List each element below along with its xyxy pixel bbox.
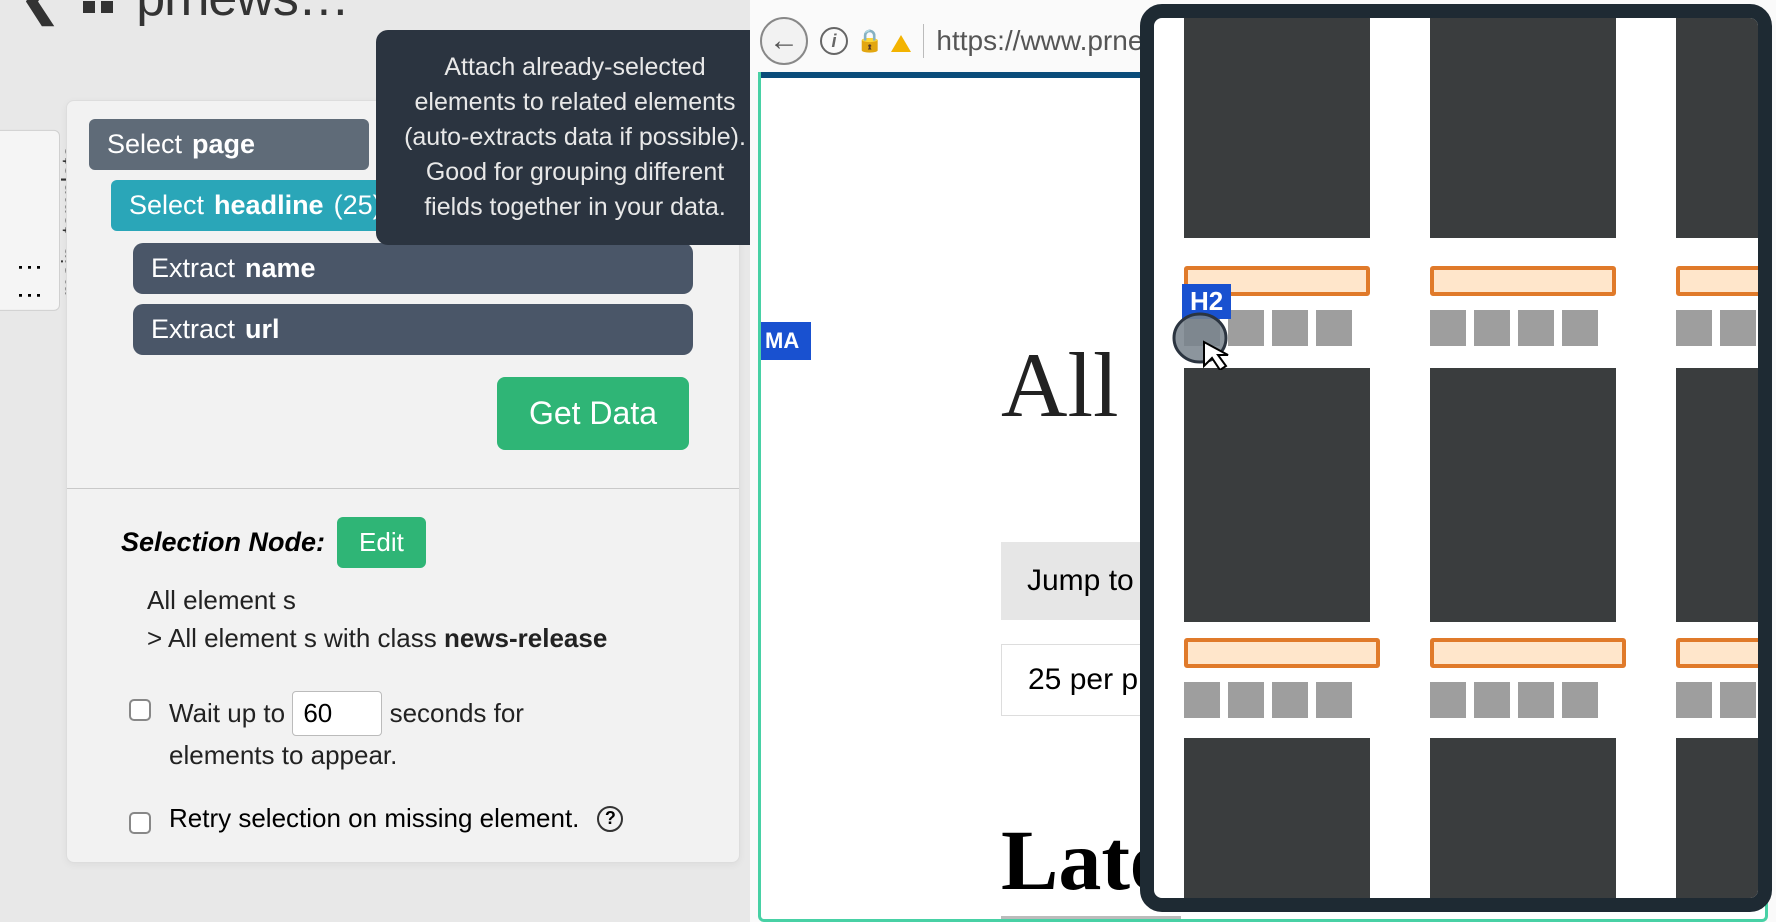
minimap-highlight-bar[interactable] <box>1676 638 1772 668</box>
selection-node-row: Selection Node: Edit <box>89 517 717 568</box>
wait-option-row: Wait up to seconds for elements to appea… <box>89 691 717 775</box>
minimap-block <box>1184 4 1370 238</box>
apps-grid-icon[interactable] <box>80 0 116 16</box>
node-keyword: Extract <box>151 314 235 345</box>
wait-pre: Wait up to <box>169 698 285 728</box>
warning-icon[interactable] <box>891 35 911 52</box>
node-keyword: Select <box>129 190 204 221</box>
minimap-column <box>1430 18 1626 898</box>
node-extract-url[interactable]: Extract url <box>133 304 693 355</box>
node-value: name <box>245 253 316 284</box>
node-children: Extract name Extract url <box>133 243 717 355</box>
retry-checkbox[interactable] <box>129 812 151 834</box>
node-extract-name[interactable]: Extract name <box>133 243 693 294</box>
minimap-column <box>1184 18 1380 898</box>
node-keyword: Select <box>107 129 182 160</box>
wait-seconds-input[interactable] <box>292 691 382 736</box>
minimap-highlight-bar[interactable] <box>1676 266 1772 296</box>
address-icons: i 🔒 <box>820 27 911 55</box>
selection-description: All element s > All element s with class… <box>89 582 717 657</box>
page-minimap: H2 <box>1140 4 1772 912</box>
browser-back-button[interactable]: ← <box>760 17 808 65</box>
get-data-button[interactable]: Get Data <box>497 377 689 450</box>
node-select-page[interactable]: Select page <box>89 119 369 170</box>
lock-icon[interactable]: 🔒 <box>856 28 883 54</box>
node-count: (25) <box>334 190 382 221</box>
minimap-column <box>1676 18 1772 898</box>
minimap-block <box>1184 368 1370 622</box>
drag-dots-icon[interactable]: ⋮⋮ <box>14 252 45 308</box>
page-heading-all: All <box>1001 332 1119 438</box>
panel-divider <box>67 488 739 489</box>
wait-checkbox[interactable] <box>129 699 151 721</box>
nav-chip: MA <box>758 322 811 360</box>
minimap-highlight-bar[interactable] <box>1430 638 1626 668</box>
minimap-highlight-bar[interactable] <box>1430 266 1616 296</box>
retry-option-row: Retry selection on missing element.? <box>89 803 717 834</box>
node-keyword: Extract <box>151 253 235 284</box>
tooltip: Attach already-selected elements to rela… <box>376 30 774 245</box>
node-value: page <box>192 129 255 160</box>
minimap-highlight-bar[interactable] <box>1184 638 1380 668</box>
edit-button[interactable]: Edit <box>337 517 426 568</box>
back-chevron-icon[interactable]: ❮ <box>20 0 60 26</box>
node-value: url <box>245 314 280 345</box>
minimap-block <box>1184 738 1370 912</box>
selection-node-label: Selection Node: <box>121 527 325 558</box>
project-title: prnews… <box>136 0 349 28</box>
cursor-icon <box>1170 308 1240 370</box>
selection-line2-prefix: > All element s with class <box>147 623 444 653</box>
help-icon[interactable]: ? <box>597 806 623 832</box>
retry-label: Retry selection on missing element. <box>169 803 579 834</box>
separator <box>923 24 924 58</box>
info-icon[interactable]: i <box>820 27 848 55</box>
template-tab[interactable]: ⋮⋮ main_template <box>0 130 60 311</box>
node-value: headline <box>214 190 324 221</box>
selection-class: news-release <box>444 623 607 653</box>
selection-line1: All element s <box>147 582 717 620</box>
